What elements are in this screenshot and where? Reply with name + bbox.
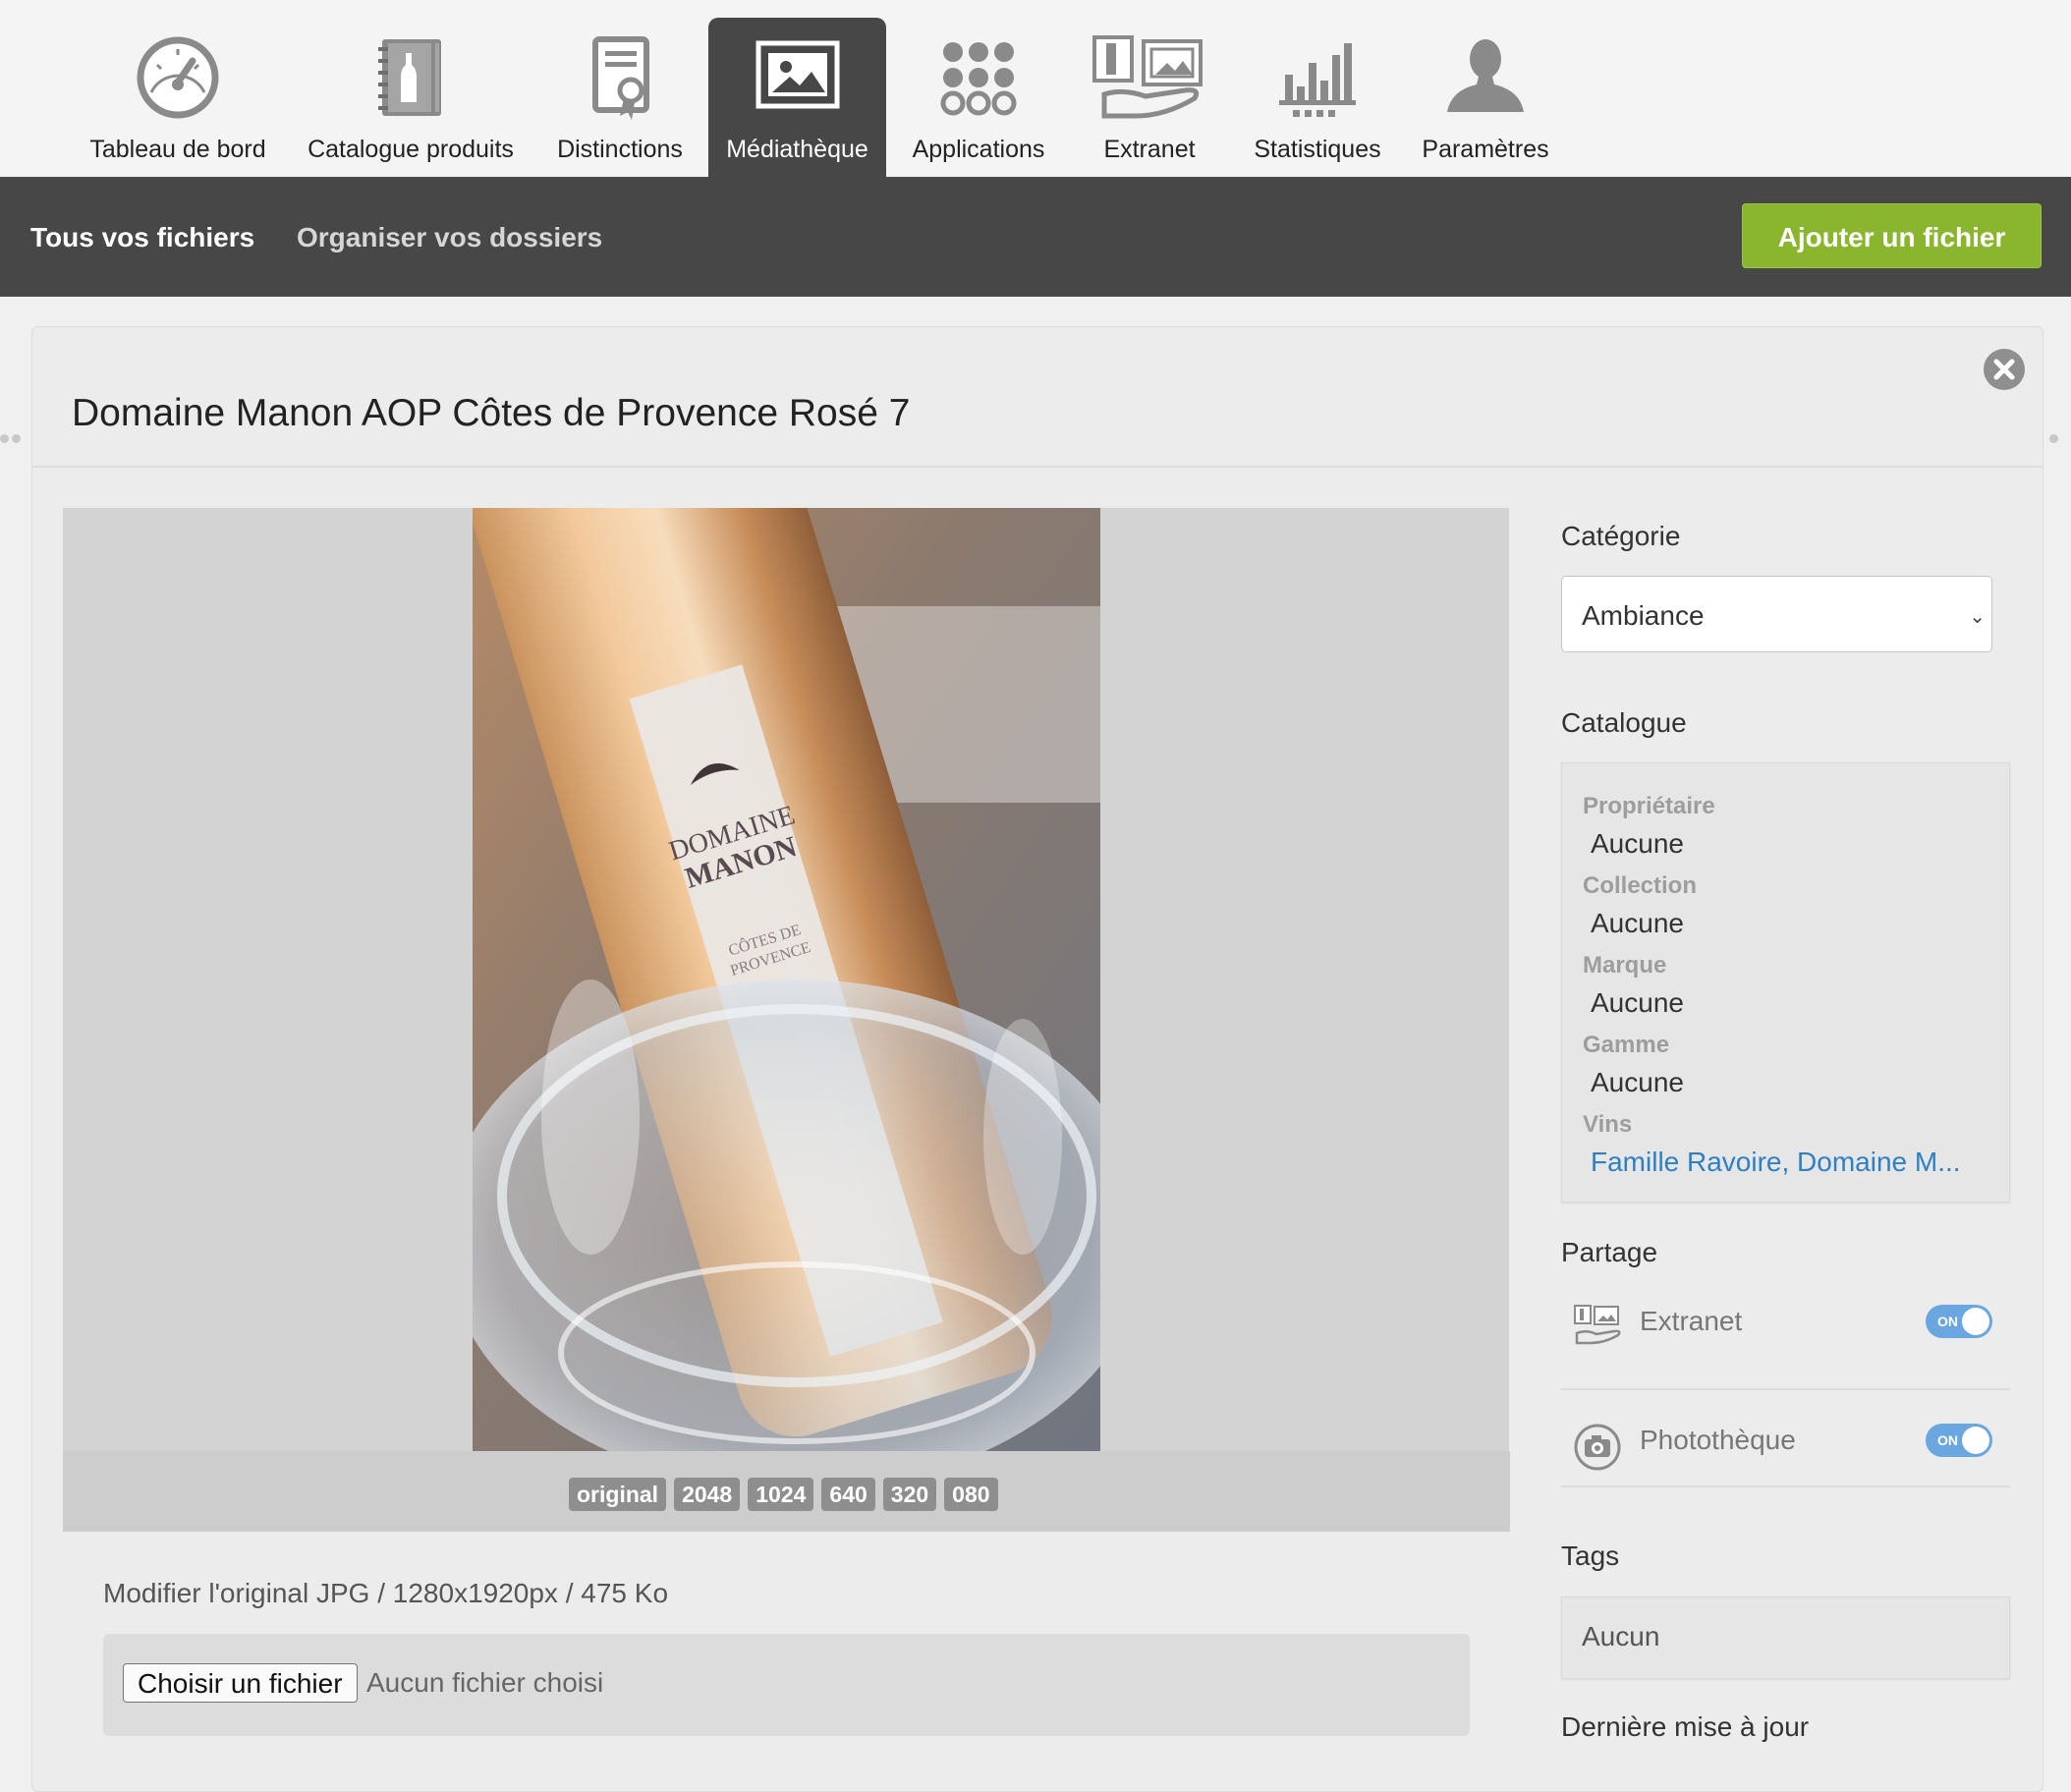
toggle-knob xyxy=(1962,1308,1989,1335)
nav-label: Paramètres xyxy=(1422,136,1549,163)
category-heading: Catégorie xyxy=(1561,521,1681,551)
catalogue-wines-link[interactable]: Famille Ravoire, Domaine M... xyxy=(1591,1147,1961,1178)
original-file-info: Modifier l'original JPG / 1280x1920px / … xyxy=(103,1578,669,1608)
no-file-chosen-text: Aucun fichier choisi xyxy=(366,1667,604,1698)
file-upload-box: Choisir un fichier Aucun fichier choisi xyxy=(103,1634,1470,1736)
catalogue-collection-label: Collection xyxy=(1583,872,1698,899)
size-options: original 2048 1024 640 320 080 xyxy=(569,1478,998,1511)
catalogue-heading: Catalogue xyxy=(1561,707,1687,738)
share-row-extranet: Extranet ON xyxy=(1561,1282,2010,1380)
nav-label: Distinctions xyxy=(557,136,683,163)
share-row-phototheque: Photothèque ON xyxy=(1561,1401,2010,1499)
nav-parametres[interactable]: Paramètres xyxy=(1411,18,1560,177)
nav-applications[interactable]: Applications xyxy=(898,18,1059,177)
catalogue-collection-value[interactable]: Aucune xyxy=(1591,908,1684,939)
nav-label: Applications xyxy=(912,136,1045,163)
nav-label: Statistiques xyxy=(1254,136,1381,163)
size-640-badge[interactable]: 640 xyxy=(821,1478,875,1511)
size-1024-badge[interactable]: 1024 xyxy=(748,1478,814,1511)
close-button[interactable] xyxy=(1984,349,2025,390)
toggle-knob xyxy=(1962,1427,1989,1454)
size-selector-bar: original 2048 1024 640 320 080 xyxy=(63,1451,1510,1532)
catalogue-range-label: Gamme xyxy=(1583,1032,1670,1058)
nav-label: Tableau de bord xyxy=(89,136,266,163)
tags-field[interactable]: Aucun xyxy=(1561,1596,2010,1679)
share-divider xyxy=(1561,1388,2010,1390)
title-divider xyxy=(32,466,2043,468)
apps-grid-icon xyxy=(898,35,1059,134)
main-navigation: Tableau de bord Catalogue produits Disti xyxy=(0,0,2071,177)
camera-icon xyxy=(1573,1423,1622,1477)
media-subnav: Tous vos fichiers Organiser vos dossiers… xyxy=(0,177,2071,297)
catalogue-brand-label: Marque xyxy=(1583,952,1667,979)
share-divider xyxy=(1561,1485,2010,1487)
phototheque-share-toggle[interactable]: ON xyxy=(1926,1424,1992,1457)
tags-heading: Tags xyxy=(1561,1540,1620,1571)
nav-label: Extranet xyxy=(1103,136,1196,163)
share-phototheque-label: Photothèque xyxy=(1640,1425,1796,1455)
share-extranet-label: Extranet xyxy=(1640,1306,1743,1336)
catalogue-box: Propriétaire Aucune Collection Aucune Ma… xyxy=(1561,762,2010,1203)
nav-mediatheque[interactable]: Médiathèque xyxy=(708,18,886,177)
tags-value: Aucun xyxy=(1582,1621,1660,1652)
award-certificate-icon xyxy=(544,35,696,134)
image-preview: DOMAINE MANON CÔTES DE PROVENCE xyxy=(63,508,1509,1451)
extranet-icon xyxy=(1573,1304,1622,1350)
catalogue-range-value[interactable]: Aucune xyxy=(1591,1067,1684,1098)
nav-label: Catalogue produits xyxy=(308,136,514,163)
size-2048-badge[interactable]: 2048 xyxy=(674,1478,741,1511)
tab-organize-folders[interactable]: Organiser vos dossiers xyxy=(297,222,602,253)
nav-catalogue-produits[interactable]: Catalogue produits xyxy=(299,18,523,177)
tab-all-files[interactable]: Tous vos fichiers xyxy=(30,222,254,253)
last-update-heading: Dernière mise à jour xyxy=(1561,1711,1810,1742)
add-file-button[interactable]: Ajouter un fichier xyxy=(1742,203,2042,268)
next-indicator xyxy=(2049,434,2058,443)
nav-distinctions[interactable]: Distinctions xyxy=(544,18,696,177)
extranet-share-toggle[interactable]: ON xyxy=(1926,1305,1992,1338)
user-settings-icon xyxy=(1411,35,1560,134)
dashboard-gauge-icon xyxy=(81,35,275,134)
bar-chart-icon xyxy=(1242,35,1393,134)
extranet-icon xyxy=(1083,35,1216,134)
nav-label: Médiathèque xyxy=(726,136,868,163)
prev-indicator xyxy=(12,434,21,443)
product-catalog-icon xyxy=(299,35,523,134)
catalogue-owner-value[interactable]: Aucune xyxy=(1591,828,1684,860)
nav-extranet[interactable]: Extranet xyxy=(1083,18,1216,177)
prev-indicator xyxy=(0,434,9,443)
share-heading: Partage xyxy=(1561,1237,1658,1267)
choose-file-button[interactable]: Choisir un fichier xyxy=(123,1663,358,1703)
category-select[interactable]: Ambiance ⌄ xyxy=(1561,576,1992,652)
catalogue-owner-label: Propriétaire xyxy=(1583,793,1715,819)
nav-statistiques[interactable]: Statistiques xyxy=(1242,18,1393,177)
chevron-down-icon: ⌄ xyxy=(1969,606,1986,628)
close-icon xyxy=(1993,359,2015,380)
size-original-badge[interactable]: original xyxy=(569,1478,667,1511)
modal-title: Domaine Manon AOP Côtes de Provence Rosé… xyxy=(72,392,911,434)
media-library-icon xyxy=(708,35,886,134)
rose-bottle-photo: DOMAINE MANON CÔTES DE PROVENCE xyxy=(473,508,1100,1451)
size-080-badge[interactable]: 080 xyxy=(944,1478,998,1511)
nav-tableau-de-bord[interactable]: Tableau de bord xyxy=(81,18,275,177)
catalogue-brand-value[interactable]: Aucune xyxy=(1591,987,1684,1019)
category-selected-value: Ambiance xyxy=(1582,600,1705,631)
size-320-badge[interactable]: 320 xyxy=(882,1478,937,1511)
catalogue-wines-label: Vins xyxy=(1583,1111,1633,1138)
